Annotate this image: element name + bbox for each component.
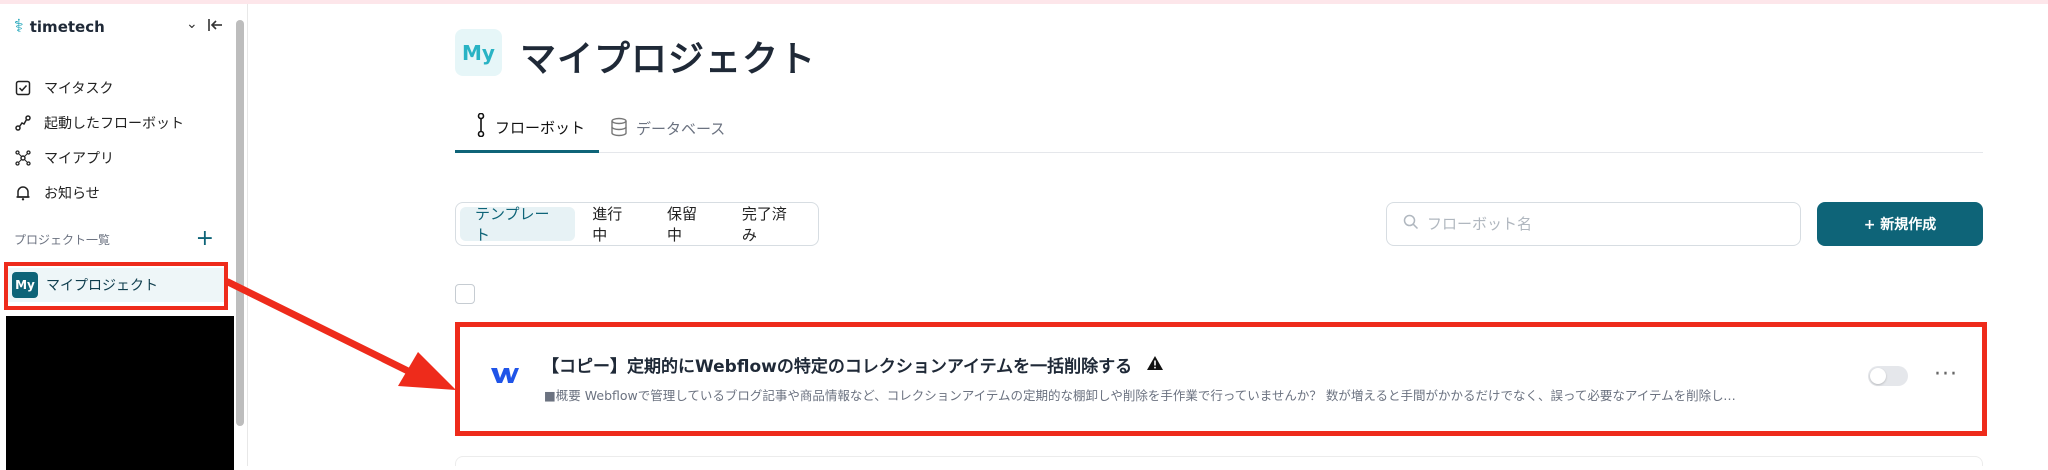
project-avatar-large: My [455, 29, 502, 76]
sidebar-item-started-flowbots[interactable]: 起動したフローボット [14, 105, 184, 140]
flow-icon [14, 114, 32, 132]
projects-heading: プロジェクト一覧 + [14, 228, 214, 250]
page-title: マイプロジェクト [520, 39, 817, 80]
tab-label: データベース [636, 120, 726, 138]
redacted-area [6, 316, 234, 470]
add-project-icon[interactable]: + [196, 228, 214, 250]
sidebar-item-label: マイタスク [44, 80, 114, 97]
sidebar-item-notifications[interactable]: お知らせ [14, 175, 184, 210]
filter-template[interactable]: テンプレート [460, 205, 576, 244]
filter-in-progress[interactable]: 進行中 [577, 205, 650, 244]
flowbot-card-next[interactable] [455, 456, 1983, 466]
flowbot-search [1386, 202, 1801, 246]
database-icon [610, 117, 628, 141]
workspace-name: timetech [29, 17, 105, 36]
filter-on-hold[interactable]: 保留中 [652, 205, 725, 244]
sidebar-item-label: 起動したフローボット [44, 115, 184, 132]
sidebar-item-label: マイアプリ [44, 150, 114, 167]
highlight-box-sidebar [4, 262, 228, 310]
search-icon [1403, 214, 1419, 234]
collapse-sidebar-icon[interactable] [204, 14, 226, 36]
chevron-down-icon[interactable]: ⌄ [186, 16, 198, 32]
sidebar-item-label: お知らせ [44, 185, 100, 202]
bell-icon [14, 184, 32, 202]
sidebar-nav: マイタスク 起動したフローボット マイアプリ お知らせ [14, 70, 184, 210]
workspace-switcher[interactable]: ⚕ timetech [14, 16, 105, 37]
new-flowbot-button[interactable]: + 新規作成 [1817, 202, 1983, 246]
select-all-checkbox[interactable] [455, 284, 475, 304]
sidebar-item-my-apps[interactable]: マイアプリ [14, 140, 184, 175]
highlight-box-card [455, 322, 1987, 436]
projects-heading-label: プロジェクト一覧 [14, 232, 111, 247]
apps-icon [14, 149, 32, 167]
sidebar: ⚕ timetech ⌄ マイタスク 起動したフローボット マイアプリ お知らせ… [0, 4, 248, 470]
search-input[interactable] [1427, 215, 1787, 233]
sidebar-scrollbar[interactable] [236, 20, 244, 426]
checkbox-icon [14, 79, 32, 97]
top-accent-line [0, 0, 2048, 4]
flowbot-icon [475, 112, 487, 141]
project-tabs: フローボット データベース [455, 104, 1983, 153]
filter-completed[interactable]: 完了済み [727, 205, 814, 244]
tab-label: フローボット [495, 118, 586, 137]
tab-flowbot[interactable]: フローボット [455, 104, 599, 153]
status-filter-group: テンプレート 進行中 保留中 完了済み [455, 202, 819, 246]
tab-database[interactable]: データベース [610, 104, 725, 153]
timetech-logo-icon: ⚕ [14, 16, 24, 37]
sidebar-item-my-tasks[interactable]: マイタスク [14, 70, 184, 105]
